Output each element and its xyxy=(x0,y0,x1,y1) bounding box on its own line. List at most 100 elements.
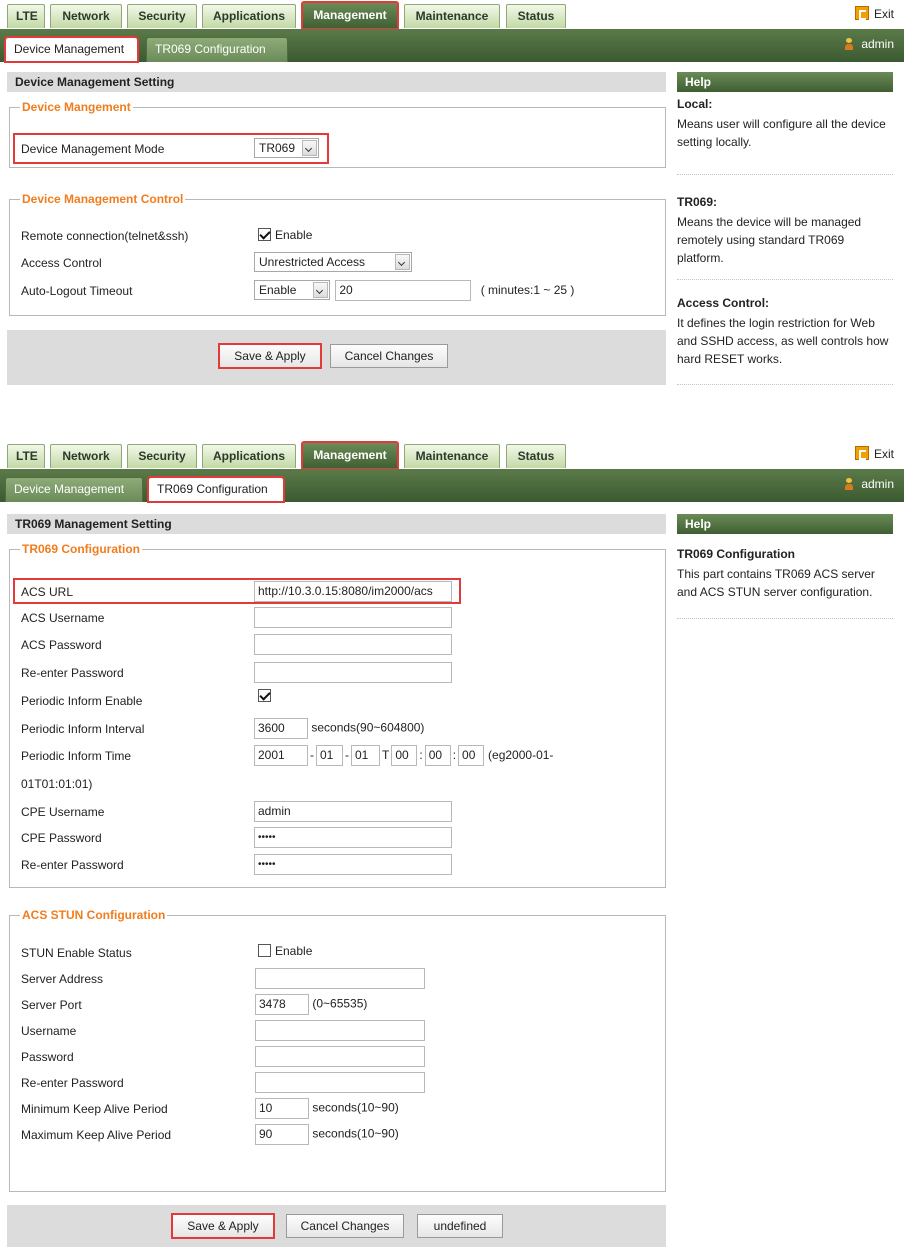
user-indicator: admin xyxy=(845,476,894,492)
tab-lte[interactable]: LTE xyxy=(7,444,45,468)
tab-status[interactable]: Status xyxy=(506,4,566,28)
time-month-input[interactable]: 01 xyxy=(316,745,343,766)
mode-select[interactable]: TR069 xyxy=(254,138,319,158)
stun-reenter-password-input[interactable] xyxy=(255,1072,425,1093)
max-keep-alive-input[interactable]: 90 xyxy=(255,1124,309,1145)
exit-icon xyxy=(854,6,869,20)
server-port-input[interactable]: 3478 xyxy=(255,994,309,1015)
stun-enable-checkbox[interactable] xyxy=(258,944,271,957)
subtab-tr069-configuration[interactable]: TR069 Configuration xyxy=(147,476,285,503)
user-name: admin xyxy=(861,477,894,491)
max-keep-alive-hint: seconds(10~90) xyxy=(312,1126,399,1141)
button-bar: Save & Apply Cancel Changes undefined xyxy=(7,1205,666,1247)
tab-applications[interactable]: Applications xyxy=(202,4,296,28)
tab-status[interactable]: Status xyxy=(506,444,566,468)
periodic-inform-interval-label: Periodic Inform Interval xyxy=(21,722,145,736)
reenter-acs-password-label: Re-enter Password xyxy=(21,666,124,680)
help-item-text: Means the device will be managed remotel… xyxy=(677,215,862,265)
server-address-input[interactable] xyxy=(255,968,425,989)
stun-enable-status-label: STUN Enable Status xyxy=(21,946,132,960)
section-title: Device Management Setting xyxy=(7,72,666,92)
tab-applications[interactable]: Applications xyxy=(202,444,296,468)
reenter-acs-password-input[interactable] xyxy=(254,662,452,683)
time-hour-input[interactable]: 00 xyxy=(391,745,418,766)
remote-enable-label: Enable xyxy=(275,228,313,242)
acs-username-label: ACS Username xyxy=(21,611,105,625)
help-item-text: Means user will configure all the device… xyxy=(677,117,886,149)
access-control-select[interactable]: Unrestricted Access xyxy=(254,252,412,272)
undefined-button[interactable]: undefined xyxy=(417,1214,503,1238)
cancel-changes-button[interactable]: Cancel Changes xyxy=(330,344,448,368)
user-indicator: admin xyxy=(845,36,894,52)
auto-logout-select[interactable]: Enable xyxy=(254,280,330,300)
subtab-device-management[interactable]: Device Management xyxy=(5,477,143,502)
chevron-down-icon xyxy=(313,282,328,298)
cpe-password-label: CPE Password xyxy=(21,831,102,845)
save-apply-button[interactable]: Save & Apply xyxy=(171,1213,275,1239)
acs-password-input[interactable] xyxy=(254,634,452,655)
acs-url-input[interactable]: http://10.3.0.15:8080/im2000/acs xyxy=(254,581,452,602)
subtab-tr069-configuration[interactable]: TR069 Configuration xyxy=(146,37,288,62)
cancel-changes-button[interactable]: Cancel Changes xyxy=(286,1214,404,1238)
time-second-input[interactable]: 00 xyxy=(458,745,485,766)
help-divider xyxy=(677,174,893,175)
tab-maintenance[interactable]: Maintenance xyxy=(404,4,500,28)
cpe-password-input[interactable]: ••••• xyxy=(254,827,452,848)
time-year-input[interactable]: 2001 xyxy=(254,745,308,766)
server-port-hint: (0~65535) xyxy=(312,996,368,1011)
tab-network[interactable]: Network xyxy=(50,4,122,28)
help-item: Local: Means user will configure all the… xyxy=(677,97,893,151)
remote-connection-checkbox[interactable] xyxy=(258,228,271,241)
help-item: Access Control: It defines the login res… xyxy=(677,296,893,368)
tab-lte[interactable]: LTE xyxy=(7,4,45,28)
acs-password-label: ACS Password xyxy=(21,638,102,652)
sub-tab-bar: Device Management TR069 Configuration ad… xyxy=(0,469,904,503)
cpe-username-label: CPE Username xyxy=(21,805,105,819)
save-apply-button[interactable]: Save & Apply xyxy=(218,343,322,369)
tab-security[interactable]: Security xyxy=(127,4,197,28)
tab-management[interactable]: Management xyxy=(301,1,399,30)
date-separator: - xyxy=(345,747,349,762)
divider xyxy=(677,279,893,280)
time-day-input[interactable]: 01 xyxy=(351,745,380,766)
stun-username-input[interactable] xyxy=(255,1020,425,1041)
access-control-label: Access Control xyxy=(21,256,102,270)
help-item: TR069: Means the device will be managed … xyxy=(677,195,893,267)
periodic-inform-time-label: Periodic Inform Time xyxy=(21,749,132,763)
acs-username-input[interactable] xyxy=(254,607,452,628)
stun-enable-label: Enable xyxy=(275,944,313,958)
access-control-value: Unrestricted Access xyxy=(259,255,366,269)
reenter-cpe-password-input[interactable]: ••••• xyxy=(254,854,452,875)
time-minute-input[interactable]: 00 xyxy=(424,745,451,766)
time-format-hint: (eg2000-01- xyxy=(488,747,554,762)
date-separator: - xyxy=(310,747,314,762)
exit-link[interactable]: Exit xyxy=(854,444,894,464)
tab-network[interactable]: Network xyxy=(50,444,122,468)
auto-logout-input[interactable]: 20 xyxy=(335,280,472,302)
fieldset-legend: Device Mangement xyxy=(22,100,131,114)
tab-security[interactable]: Security xyxy=(127,444,197,468)
main-tab-bar: LTE Network Security Applications Manage… xyxy=(0,0,904,30)
tab-maintenance[interactable]: Maintenance xyxy=(404,444,500,468)
time-separator: T xyxy=(382,747,390,762)
tr069-configuration-panel: LTE Network Security Applications Manage… xyxy=(0,440,904,1250)
mode-label: Device Management Mode xyxy=(21,142,165,156)
fieldset-legend: Device Management Control xyxy=(22,192,184,206)
help-divider xyxy=(677,384,893,385)
cpe-username-input[interactable]: admin xyxy=(254,801,452,822)
user-icon xyxy=(845,38,854,50)
stun-password-input[interactable] xyxy=(255,1046,425,1067)
min-keep-alive-input[interactable]: 10 xyxy=(255,1098,309,1119)
auto-logout-hint: ( minutes:1 ~ 25 ) xyxy=(480,283,575,297)
server-port-label: Server Port xyxy=(21,998,82,1012)
help-item: TR069 Configuration This part contains T… xyxy=(677,547,893,601)
subtab-device-management[interactable]: Device Management xyxy=(4,36,139,63)
periodic-inform-checkbox[interactable] xyxy=(258,689,271,702)
time-separator: : xyxy=(419,747,423,762)
help-item-title: Local: xyxy=(677,97,713,111)
periodic-inform-interval-input[interactable]: 3600 xyxy=(254,718,308,739)
tab-management[interactable]: Management xyxy=(301,441,399,470)
periodic-inform-interval-hint: seconds(90~604800) xyxy=(311,720,425,735)
exit-link[interactable]: Exit xyxy=(854,4,894,24)
help-item-text: This part contains TR069 ACS server and … xyxy=(677,567,875,599)
